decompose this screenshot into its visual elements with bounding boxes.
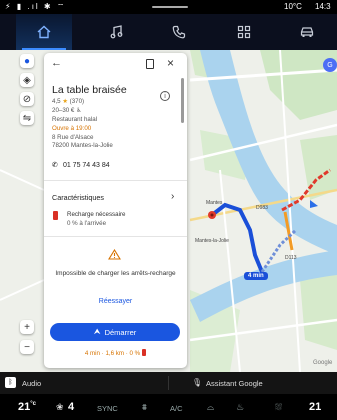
route-icon: ⇋: [22, 112, 32, 124]
mute-button[interactable]: ⊘: [20, 92, 34, 106]
plus-icon: +: [24, 321, 30, 333]
tab-apps[interactable]: [216, 14, 272, 50]
start-navigation-button[interactable]: ⮝ Démarrer: [50, 323, 180, 341]
google-assistant-button[interactable]: Assistant Google: [206, 379, 263, 388]
sync-button[interactable]: SYNC: [97, 404, 118, 413]
review-count: (370): [69, 98, 85, 105]
card-header: ← ×: [44, 53, 187, 75]
passenger-seat-icon[interactable]: ⛆: [275, 402, 282, 413]
tab-vehicle[interactable]: [279, 14, 335, 50]
divider: [44, 180, 187, 181]
route-time-badge[interactable]: 4 min: [244, 272, 268, 280]
features-title[interactable]: Caractéristiques: [52, 193, 104, 202]
microphone-icon[interactable]: 🎙: [192, 378, 202, 387]
map-label-road-2: D113: [285, 255, 297, 261]
ac-button[interactable]: A/C: [170, 404, 183, 413]
route-options-button[interactable]: ⇋: [20, 111, 34, 125]
climate-bar: 21°c ❀ 4 SYNC ⩩ A/C ⌓ ♨ ⛆ 21: [0, 394, 337, 420]
phone-row[interactable]: ✆ 01 75 74 43 84: [52, 161, 110, 169]
tab-music[interactable]: [89, 14, 145, 50]
apps-grid-icon: [237, 25, 251, 39]
minus-icon: −: [24, 341, 30, 353]
map-view[interactable]: ● ◈ ⊘ ⇋ + − G Mantes-la-Jolie Mantes D98…: [0, 50, 337, 372]
map-label-city: Mantes-la-Jolie: [195, 238, 229, 244]
chevron-right-icon[interactable]: ›: [171, 191, 174, 202]
layers-button[interactable]: ◈: [20, 73, 34, 87]
wheelchair-icon: ♿: [76, 107, 82, 114]
charge-arrival-text: 0 % à l'arrivée: [67, 220, 107, 227]
fan-icon[interactable]: ❀: [56, 402, 64, 413]
status-icons: ⚡ ▮ .ıl ✱ ⌔: [5, 2, 67, 11]
place-card: ← × La table braisée i 4,5 ★ (370) 20–30…: [44, 53, 187, 368]
heated-seat-icon[interactable]: ♨: [236, 402, 244, 413]
compass-icon: G: [327, 61, 333, 69]
location-pin-icon: ●: [23, 55, 31, 67]
address-line-2: 78200 Mantes-la-Jolie: [52, 142, 113, 149]
car-icon: [300, 27, 314, 37]
price-range: 20–30 €: [52, 107, 75, 114]
map-label-area: Mantes: [206, 200, 223, 206]
windshield-defrost-icon[interactable]: ⌓: [207, 402, 214, 413]
passenger-temperature[interactable]: 21: [309, 401, 321, 413]
address-line-1: 8 Rue d'Alsace: [52, 134, 94, 141]
status-bar: ⚡ ▮ .ıl ✱ ⌔ 10°C 14:3: [0, 0, 337, 14]
bookmark-icon[interactable]: [146, 59, 154, 69]
card-scrollbar[interactable]: [181, 78, 184, 123]
phone-icon: ✆: [52, 162, 58, 169]
phone-icon: [172, 25, 186, 39]
bluetooth-icon[interactable]: ᛒ: [5, 377, 16, 388]
top-navigation: [0, 14, 337, 50]
driver-temp-value: 21: [18, 401, 31, 413]
phone-number: 01 75 74 43 84: [62, 162, 110, 169]
driver-temperature[interactable]: 21°c: [18, 401, 36, 413]
info-icon[interactable]: i: [160, 91, 170, 101]
back-arrow-icon[interactable]: ←: [51, 57, 62, 69]
pull-down-handle[interactable]: [152, 6, 188, 8]
layers-icon: ◈: [23, 74, 31, 86]
place-title: La table braisée: [52, 84, 127, 96]
battery-low-icon: [53, 211, 58, 220]
place-rating: 4,5 ★ (370): [52, 98, 84, 105]
location-pin-button[interactable]: ●: [20, 54, 34, 68]
star-icon: ★: [62, 98, 68, 105]
retry-link[interactable]: Réessayer: [44, 298, 187, 305]
place-category: Restaurant halal: [52, 116, 98, 123]
charging-warning-text: Impossible de charger les arrêts-recharg…: [55, 270, 176, 277]
fan-speed[interactable]: 4: [68, 401, 74, 413]
music-icon: [110, 25, 123, 39]
battery-icon: [142, 349, 147, 356]
start-label: Démarrer: [104, 327, 137, 337]
rating-value: 4,5: [52, 98, 61, 105]
google-logo: Google: [313, 360, 333, 366]
divider: [44, 236, 187, 237]
close-icon[interactable]: ×: [167, 56, 174, 70]
map-label-road-1: D983: [256, 205, 268, 211]
zoom-in-button[interactable]: +: [20, 320, 34, 334]
tab-home[interactable]: [16, 14, 72, 50]
rear-defrost-icon[interactable]: ⩩: [142, 402, 147, 413]
place-hours: Ouvre à 19:00: [52, 125, 92, 132]
warning-icon: [108, 249, 121, 260]
home-icon: [37, 25, 51, 39]
outside-temperature: 10°C: [284, 2, 302, 11]
tab-phone[interactable]: [151, 14, 207, 50]
compass-button[interactable]: G: [323, 58, 337, 72]
clock: 14:3: [315, 2, 331, 11]
passenger-temp-value: 21: [309, 401, 322, 413]
charge-needed-text: Recharge nécessaire: [67, 211, 126, 218]
trip-summary: 4 min · 1,6 km · 0 %: [44, 349, 187, 357]
divider: [168, 376, 169, 390]
navigation-arrow-icon: ⮝: [93, 327, 101, 336]
sound-off-icon: ⊘: [22, 93, 32, 105]
zoom-out-button[interactable]: −: [20, 340, 34, 354]
trip-summary-text: 4 min · 1,6 km · 0 %: [84, 350, 141, 357]
audio-source[interactable]: Audio: [22, 379, 41, 388]
media-bar: ᛒ Audio 🎙 Assistant Google: [0, 372, 337, 394]
place-price: 20–30 € ♿: [52, 107, 82, 114]
